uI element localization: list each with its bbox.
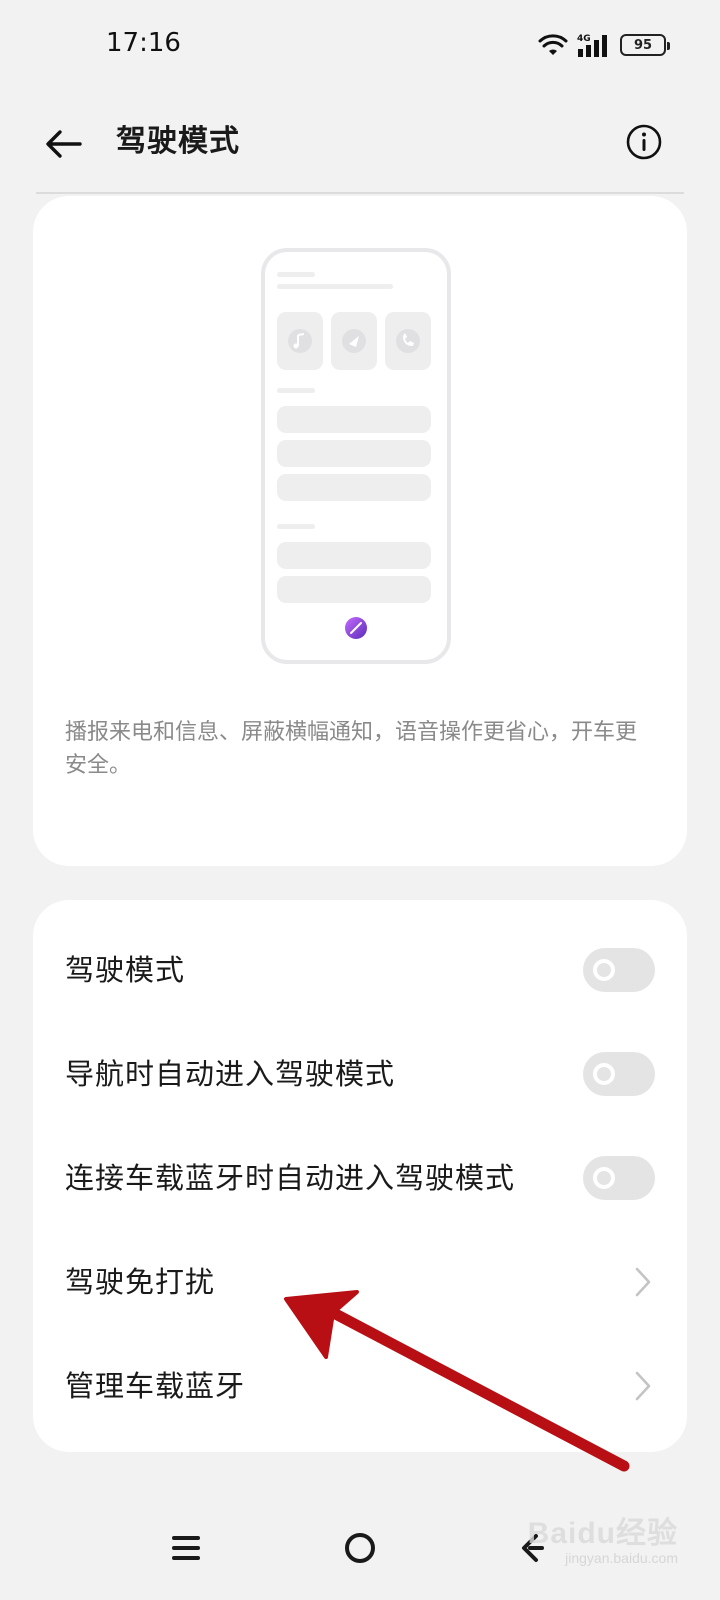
header: 驾驶模式 xyxy=(0,100,720,190)
auto-navigation-toggle[interactable] xyxy=(583,1052,655,1096)
status-time: 17:16 xyxy=(106,28,181,58)
toggle-knob xyxy=(593,1167,615,1189)
watermark-brand: Baidu经验 xyxy=(527,1517,678,1550)
settings-card: 驾驶模式 导航时自动进入驾驶模式 连接车载蓝牙时自动进入驾驶模式 驾驶免打扰 管… xyxy=(33,900,687,1452)
driving-mode-description: 播报来电和信息、屏蔽横幅通知，语音操作更省心，开车更安全。 xyxy=(65,720,638,778)
setting-label: 管理车载蓝牙 xyxy=(65,1369,246,1403)
battery-level: 95 xyxy=(633,37,653,53)
setting-label: 导航时自动进入驾驶模式 xyxy=(65,1057,396,1091)
wifi-icon xyxy=(538,34,568,55)
arrow-left-icon[interactable] xyxy=(40,120,88,168)
toggle-knob xyxy=(593,959,615,981)
setting-row-do-not-disturb[interactable]: 驾驶免打扰 xyxy=(33,1230,687,1334)
menu-icon[interactable] xyxy=(162,1524,210,1572)
setting-label: 连接车载蓝牙时自动进入驾驶模式 xyxy=(65,1161,516,1195)
baidu-watermark: Baidu经验 jingyan.baidu.com xyxy=(527,1517,678,1567)
setting-row-auto-bluetooth[interactable]: 连接车载蓝牙时自动进入驾驶模式 xyxy=(33,1126,687,1230)
chevron-right-icon xyxy=(635,1371,651,1401)
chevron-right-icon xyxy=(635,1267,651,1297)
info-icon[interactable] xyxy=(624,122,664,162)
phone-illustration xyxy=(261,248,451,664)
battery-icon: 95 xyxy=(620,34,670,56)
intro-card: 播报来电和信息、屏蔽横幅通知，语音操作更省心，开车更安全。 xyxy=(33,196,687,866)
network-type-label: 4G xyxy=(577,34,591,44)
setting-label: 驾驶模式 xyxy=(65,953,186,987)
setting-label: 驾驶免打扰 xyxy=(65,1265,216,1299)
watermark-url: jingyan.baidu.com xyxy=(565,1550,678,1566)
setting-row-manage-car-bluetooth[interactable]: 管理车载蓝牙 xyxy=(33,1334,687,1438)
setting-row-auto-navigation[interactable]: 导航时自动进入驾驶模式 xyxy=(33,1022,687,1126)
cellular-signal-icon: 4G xyxy=(577,34,607,57)
status-bar: 17:16 4G 95 xyxy=(0,0,720,90)
home-icon[interactable] xyxy=(336,1524,384,1572)
setting-row-driving-mode[interactable]: 驾驶模式 xyxy=(33,918,687,1022)
status-icons: 4G 95 xyxy=(538,32,670,58)
page-title: 驾驶模式 xyxy=(116,124,240,159)
driving-mode-toggle[interactable] xyxy=(583,948,655,992)
auto-bluetooth-toggle[interactable] xyxy=(583,1156,655,1200)
header-divider xyxy=(36,192,684,194)
toggle-knob xyxy=(593,1063,615,1085)
